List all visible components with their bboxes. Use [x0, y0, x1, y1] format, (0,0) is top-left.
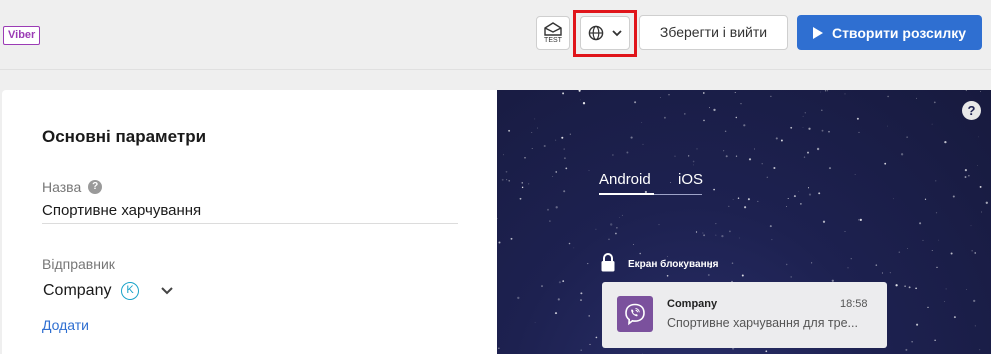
play-icon [812, 26, 823, 39]
chevron-down-icon[interactable] [161, 287, 173, 295]
top-bar: Viber TEST Зберегти і вийти Створити роз… [0, 0, 991, 70]
envelope-test-icon [544, 21, 562, 36]
tab-divider [654, 194, 702, 195]
viber-phone-icon [625, 303, 645, 326]
tab-android[interactable]: Android [599, 171, 651, 188]
notification-card: Company 18:58 Спортивне харчування для т… [602, 282, 887, 348]
notification-sender: Company [667, 298, 718, 310]
name-label-text: Назва [42, 179, 82, 195]
notification-text: Спортивне харчування для тре... [667, 316, 858, 330]
language-select-button[interactable] [580, 16, 630, 50]
test-label: TEST [544, 36, 562, 44]
sender-field-label: Відправник [42, 256, 115, 272]
test-send-button[interactable]: TEST [536, 16, 570, 50]
campaign-name-input[interactable]: Спортивне харчування [42, 202, 201, 219]
save-and-exit-button[interactable]: Зберегти і вийти [639, 15, 788, 50]
sender-select[interactable]: Company [43, 282, 111, 300]
create-campaign-button[interactable]: Створити розсилку [797, 15, 982, 50]
create-campaign-label: Створити розсилку [831, 24, 967, 41]
phone-preview-panel: ? Android iOS Екран блокування Company 1… [497, 90, 991, 354]
active-tab-indicator [599, 193, 654, 195]
globe-icon [588, 25, 604, 41]
notification-time: 18:58 [840, 298, 868, 310]
lock-icon [601, 253, 615, 272]
lock-screen-label: Екран блокування [628, 259, 719, 270]
tab-ios[interactable]: iOS [678, 171, 703, 188]
viber-app-icon [617, 296, 653, 332]
channel-badge: Viber [3, 26, 41, 45]
name-input-underline [42, 223, 458, 224]
name-field-label: Назва ? [42, 179, 103, 195]
section-title: Основні параметри [42, 127, 207, 146]
sender-status-badge: K [121, 282, 139, 300]
add-sender-link[interactable]: Додати [42, 317, 89, 333]
help-icon[interactable]: ? [88, 180, 103, 194]
chevron-down-icon [612, 29, 622, 36]
help-icon[interactable]: ? [962, 101, 981, 120]
main-settings-panel: Основні параметри Назва ? Спортивне харч… [2, 90, 497, 354]
